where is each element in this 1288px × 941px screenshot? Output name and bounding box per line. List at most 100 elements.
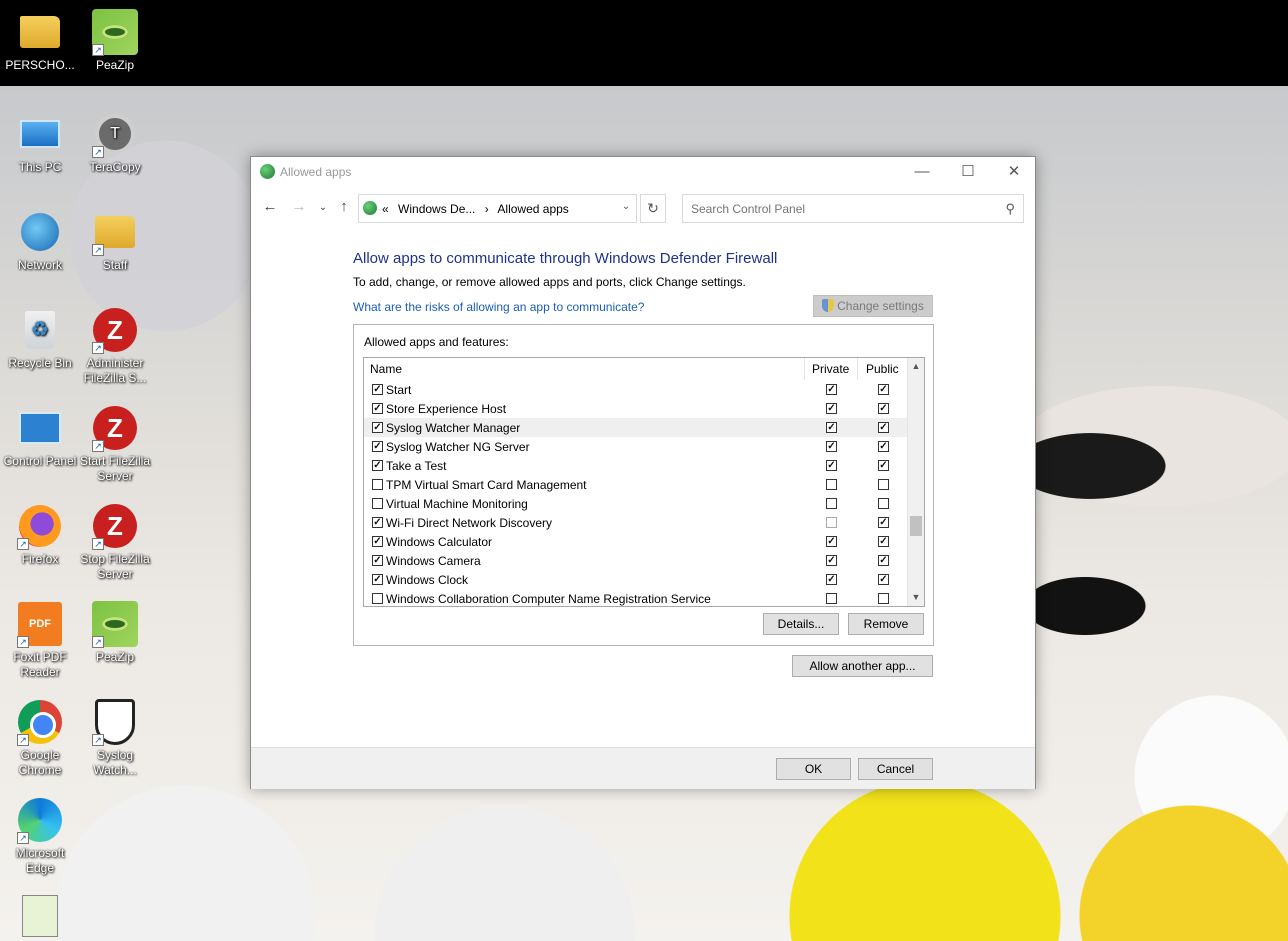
app-enabled-checkbox[interactable]: ✓ <box>372 517 383 528</box>
scroll-up-icon[interactable]: ▲ <box>908 358 924 375</box>
public-checkbox[interactable] <box>878 498 889 509</box>
table-row[interactable]: Virtual Machine Monitoring <box>364 494 908 513</box>
ok-button[interactable]: OK <box>776 758 851 780</box>
allow-another-app-button[interactable]: Allow another app... <box>792 655 933 677</box>
search-icon[interactable]: ⚲ <box>1005 201 1015 217</box>
public-checkbox[interactable]: ✓ <box>878 403 889 414</box>
desktop-icon-firefox[interactable]: ↗ Firefox <box>1 502 79 567</box>
public-checkbox[interactable]: ✓ <box>878 574 889 585</box>
breadcrumb-overflow-icon[interactable]: « <box>382 202 389 216</box>
public-checkbox[interactable]: ✓ <box>878 441 889 452</box>
desktop-icon-syslog-watcher[interactable]: ↗ Syslog Watch... <box>76 698 154 778</box>
refresh-button[interactable]: ↻ <box>640 194 666 223</box>
private-checkbox[interactable]: ✓ <box>826 555 837 566</box>
desktop-icon-recycle-bin[interactable]: ♻ Recycle Bin <box>1 306 79 371</box>
table-row[interactable]: ✓ Wi-Fi Direct Network Discovery ✓ <box>364 513 908 532</box>
public-checkbox[interactable]: ✓ <box>878 555 889 566</box>
table-row[interactable]: ✓ Syslog Watcher Manager ✓ ✓ <box>364 418 908 437</box>
remove-button[interactable]: Remove <box>848 613 924 635</box>
recent-locations-icon[interactable]: ⌄ <box>313 202 333 213</box>
desktop-icon-peazip-top[interactable]: ↗ PeaZip <box>76 8 154 73</box>
up-arrow-icon[interactable]: ↑ <box>334 198 354 215</box>
desktop-icon-peazip[interactable]: ↗ PeaZip <box>76 600 154 665</box>
table-row[interactable]: ✓ Windows Calculator ✓ ✓ <box>364 532 908 551</box>
desktop-icon-edge[interactable]: ↗ Microsoft Edge <box>1 796 79 876</box>
table-row[interactable]: ✓ Take a Test ✓ ✓ <box>364 456 908 475</box>
desktop-icon-perscho[interactable]: PERSCHO... <box>1 8 79 73</box>
private-checkbox[interactable]: ✓ <box>826 384 837 395</box>
desktop-icon-foxit[interactable]: PDF ↗ Foxit PDF Reader <box>1 600 79 680</box>
private-checkbox[interactable]: ✓ <box>826 536 837 547</box>
forward-arrow-icon[interactable]: → <box>289 198 309 215</box>
desktop-icon-control-panel[interactable]: Control Panel <box>1 404 79 469</box>
app-enabled-checkbox[interactable]: ✓ <box>372 555 383 566</box>
private-checkbox[interactable]: ✓ <box>826 403 837 414</box>
public-checkbox[interactable] <box>878 479 889 490</box>
minimize-button[interactable]: — <box>899 157 945 187</box>
column-header-private[interactable]: Private <box>804 358 857 380</box>
close-button[interactable]: ✕ <box>991 157 1037 187</box>
search-box[interactable]: ⚲ <box>682 194 1024 223</box>
risks-link[interactable]: What are the risks of allowing an app to… <box>353 300 644 314</box>
address-dropdown-icon[interactable]: ⌄ <box>619 201 633 212</box>
desktop-icon-start-filezilla[interactable]: Z ↗ Start FileZilla Server <box>76 404 154 484</box>
app-enabled-checkbox[interactable]: ✓ <box>372 536 383 547</box>
desktop-icon-administer-filezilla[interactable]: Z ↗ Administer FileZilla S... <box>76 306 154 386</box>
public-checkbox[interactable]: ✓ <box>878 422 889 433</box>
table-row[interactable]: ✓ Start ✓ ✓ <box>364 380 908 399</box>
desktop-icon-label: Administer FileZilla S... <box>83 356 147 385</box>
desktop-icon-chrome[interactable]: ↗ Google Chrome <box>1 698 79 778</box>
private-checkbox[interactable]: ✓ <box>826 574 837 585</box>
app-enabled-checkbox[interactable]: ✓ <box>372 574 383 585</box>
search-input[interactable] <box>683 195 993 222</box>
change-settings-button[interactable]: Change settings <box>813 295 933 317</box>
public-checkbox[interactable]: ✓ <box>878 384 889 395</box>
app-enabled-checkbox[interactable] <box>372 479 383 490</box>
breadcrumb-separator-icon[interactable]: › <box>485 202 489 216</box>
public-checkbox[interactable]: ✓ <box>878 517 889 528</box>
public-checkbox[interactable]: ✓ <box>878 536 889 547</box>
table-row[interactable]: TPM Virtual Smart Card Management <box>364 475 908 494</box>
desktop-icon-stop-filezilla[interactable]: Z ↗ Stop FileZilla Server <box>76 502 154 582</box>
desktop-icon-staff[interactable]: ↗ Staff <box>76 208 154 273</box>
private-checkbox[interactable]: ✓ <box>826 460 837 471</box>
table-row[interactable]: ✓ Syslog Watcher NG Server ✓ ✓ <box>364 437 908 456</box>
desktop-icon-network[interactable]: Network <box>1 208 79 273</box>
table-row[interactable]: Windows Collaboration Computer Name Regi… <box>364 589 908 606</box>
private-checkbox[interactable] <box>826 517 837 528</box>
public-checkbox[interactable]: ✓ <box>878 460 889 471</box>
private-checkbox[interactable]: ✓ <box>826 422 837 433</box>
scroll-down-icon[interactable]: ▼ <box>908 589 924 606</box>
app-enabled-checkbox[interactable]: ✓ <box>372 460 383 471</box>
table-row[interactable]: ✓ Windows Camera ✓ ✓ <box>364 551 908 570</box>
address-bar[interactable]: « Windows De... › Allowed apps ⌄ <box>358 194 637 223</box>
desktop-icon-teracopy[interactable]: T ↗ TeraCopy <box>76 110 154 175</box>
app-enabled-checkbox[interactable] <box>372 498 383 509</box>
private-checkbox[interactable] <box>826 498 837 509</box>
private-checkbox[interactable] <box>826 479 837 490</box>
app-enabled-checkbox[interactable]: ✓ <box>372 441 383 452</box>
maximize-button[interactable]: ☐ <box>945 157 991 187</box>
app-enabled-checkbox[interactable]: ✓ <box>372 422 383 433</box>
private-checkbox[interactable]: ✓ <box>826 441 837 452</box>
table-row[interactable]: ✓ Windows Clock ✓ ✓ <box>364 570 908 589</box>
cancel-button[interactable]: Cancel <box>858 758 933 780</box>
column-header-name[interactable]: Name <box>364 358 804 380</box>
column-header-public[interactable]: Public <box>857 358 908 380</box>
public-checkbox[interactable] <box>878 593 889 604</box>
vertical-scrollbar[interactable]: ▲ ▼ <box>907 358 924 606</box>
table-row[interactable]: ✓ Store Experience Host ✓ ✓ <box>364 399 908 418</box>
scroll-thumb[interactable] <box>910 516 922 536</box>
app-enabled-checkbox[interactable]: ✓ <box>372 384 383 395</box>
desktop-icon-this-pc[interactable]: This PC <box>1 110 79 175</box>
app-enabled-checkbox[interactable]: ✓ <box>372 403 383 414</box>
breadcrumb-allowed-apps[interactable]: Allowed apps <box>497 202 568 216</box>
private-checkbox[interactable] <box>826 593 837 604</box>
app-enabled-checkbox[interactable] <box>372 593 383 604</box>
title-bar[interactable]: Allowed apps — ☐ ✕ <box>251 157 1035 187</box>
back-arrow-icon[interactable]: ← <box>260 198 280 215</box>
app-name: Windows Collaboration Computer Name Regi… <box>386 592 711 606</box>
details-button[interactable]: Details... <box>763 613 839 635</box>
breadcrumb-windows-defender[interactable]: Windows De... <box>398 202 475 216</box>
desktop-icon-notepad[interactable] <box>1 892 79 941</box>
